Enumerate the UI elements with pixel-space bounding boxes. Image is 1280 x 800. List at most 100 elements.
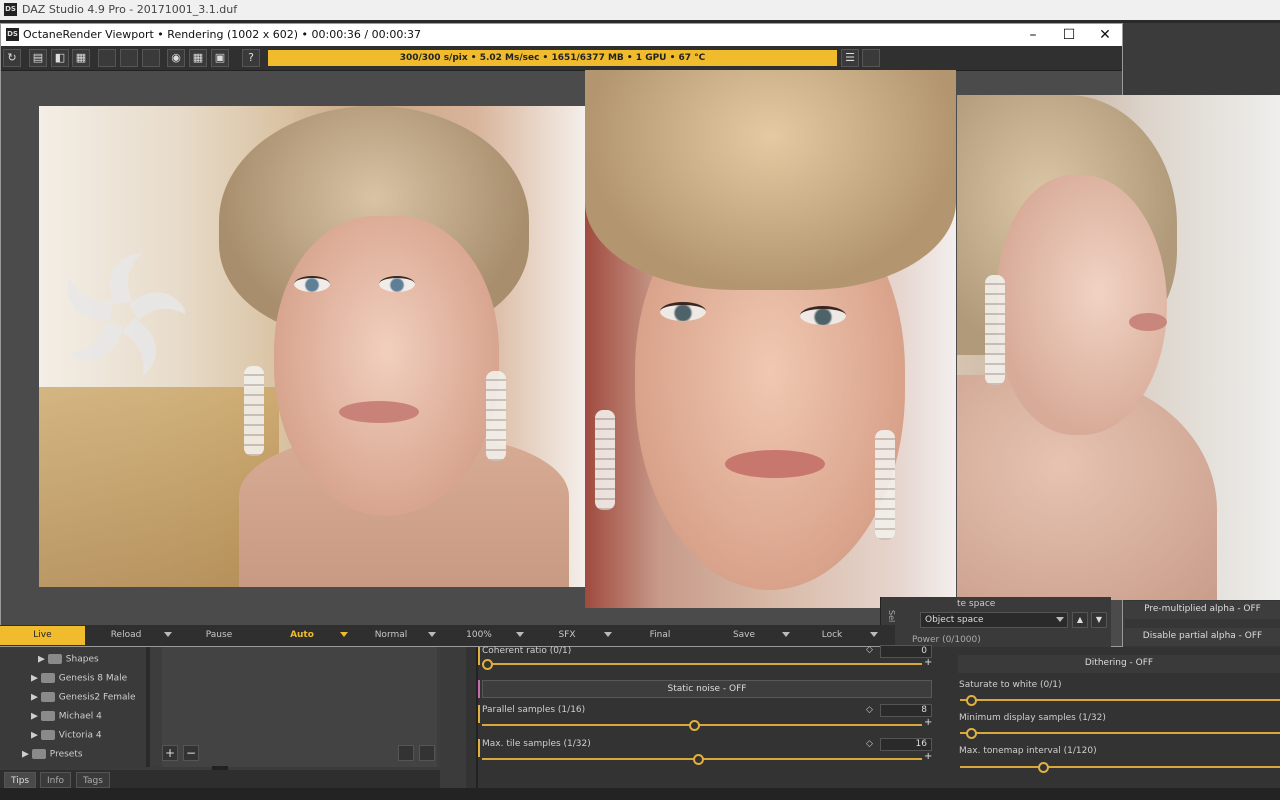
- render-image-profile: [957, 95, 1280, 600]
- normal-button[interactable]: Normal: [352, 626, 430, 645]
- add-button[interactable]: +: [162, 745, 178, 761]
- move-down-button[interactable]: ▼: [1091, 612, 1107, 628]
- folder-icon: [31, 749, 46, 759]
- grid-icon[interactable]: ▦: [189, 49, 207, 67]
- daz-logo-icon: DS: [6, 28, 19, 41]
- chevron-down-icon[interactable]: [870, 632, 878, 637]
- saturate-to-white-slider[interactable]: [960, 699, 1280, 701]
- folder-icon: [47, 654, 62, 664]
- parallel-samples-slider[interactable]: [482, 724, 922, 726]
- tree-item-victoria-4[interactable]: ▶ Victoria 4: [31, 730, 102, 741]
- chevron-down-icon[interactable]: [428, 632, 436, 637]
- content-view[interactable]: [162, 647, 437, 767]
- help-icon[interactable]: ?: [242, 49, 260, 67]
- auto-button[interactable]: Auto: [264, 626, 340, 645]
- expand-arrow-icon[interactable]: ▶: [31, 731, 38, 741]
- record-icon[interactable]: ◉: [167, 49, 185, 67]
- plus-icon[interactable]: +: [924, 717, 932, 728]
- expand-arrow-icon[interactable]: ▶: [31, 693, 38, 703]
- left-eye: [294, 276, 330, 292]
- close-button[interactable]: ✕: [1087, 24, 1123, 46]
- chevron-down-icon[interactable]: [1056, 617, 1064, 622]
- chevron-down-icon[interactable]: [782, 632, 790, 637]
- static-noise-button[interactable]: Static noise - OFF: [482, 680, 932, 698]
- max-tonemap-interval-knob[interactable]: [1038, 762, 1049, 773]
- expand-arrow-icon[interactable]: ▶: [22, 750, 29, 760]
- coherent-ratio-slider[interactable]: [482, 663, 922, 665]
- tab-tips[interactable]: Tips: [4, 772, 37, 788]
- disable-partial-alpha-button[interactable]: Disable partial alpha - OFF: [1125, 628, 1280, 646]
- tree-item-shapes[interactable]: ▶ Shapes: [38, 654, 99, 665]
- chevron-down-icon[interactable]: [340, 632, 348, 637]
- tree-item-label: Michael 4: [58, 711, 102, 722]
- chevron-down-icon[interactable]: [164, 632, 172, 637]
- menu-icon[interactable]: ☰: [841, 49, 859, 67]
- max-tonemap-interval-slider[interactable]: [960, 766, 1280, 768]
- keyframe-icon[interactable]: ◇: [866, 645, 878, 657]
- zoom-button[interactable]: 100%: [440, 626, 518, 645]
- plus-icon[interactable]: +: [924, 657, 932, 668]
- parallel-samples-value[interactable]: 8: [880, 704, 932, 717]
- max-tile-samples-label: Max. tile samples (1/32): [482, 739, 591, 749]
- hair: [585, 70, 956, 290]
- live-button[interactable]: Live: [0, 626, 85, 645]
- plus-icon[interactable]: +: [924, 751, 932, 762]
- tab-info[interactable]: Info: [40, 772, 72, 788]
- reload-button[interactable]: Reload: [86, 626, 166, 645]
- tree-item-presets[interactable]: ▶ Presets: [22, 749, 83, 760]
- folder-icon: [40, 692, 55, 702]
- tree-item-label: Genesis2 Female: [58, 692, 136, 703]
- min-display-samples-slider[interactable]: [960, 732, 1280, 734]
- lips: [725, 450, 825, 478]
- blank-tool-button[interactable]: [419, 745, 435, 761]
- tree-item-label: Presets: [49, 749, 83, 760]
- remove-button[interactable]: −: [183, 745, 199, 761]
- maximize-button[interactable]: ☐: [1051, 24, 1087, 46]
- pick-focus-icon[interactable]: ◧: [51, 49, 69, 67]
- render-image-closeup: [585, 70, 956, 608]
- expand-arrow-icon[interactable]: ▶: [31, 712, 38, 722]
- expand-arrow-icon[interactable]: ▶: [31, 674, 38, 684]
- expand-arrow-icon[interactable]: ▶: [38, 655, 45, 665]
- keyframe-icon[interactable]: ◇: [866, 739, 873, 749]
- app-title: DAZ Studio 4.9 Pro - 20171001_3.1.duf: [22, 3, 238, 16]
- space-select[interactable]: Object space: [920, 612, 1068, 628]
- tree-scrollbar[interactable]: [146, 647, 150, 767]
- save-button[interactable]: Save: [706, 626, 782, 645]
- final-button[interactable]: Final: [616, 626, 704, 645]
- keyframe-icon[interactable]: ◇: [866, 705, 873, 715]
- image-icon[interactable]: ▣: [211, 49, 229, 67]
- sfx-button[interactable]: SFX: [528, 626, 606, 645]
- tree-item-michael-4[interactable]: ▶ Michael 4: [31, 711, 102, 722]
- copy-icon[interactable]: [398, 745, 414, 761]
- chevron-down-icon[interactable]: [604, 632, 612, 637]
- max-tonemap-interval-label: Max. tonemap interval (1/120): [959, 746, 1097, 756]
- toolbar-blank-button[interactable]: [862, 49, 880, 67]
- tree-item-genesis2-female[interactable]: ▶ Genesis2 Female: [31, 692, 136, 703]
- folder-icon: [40, 730, 55, 740]
- lock-button[interactable]: Lock: [794, 626, 870, 645]
- tab-tags[interactable]: Tags: [76, 772, 110, 788]
- min-display-samples-knob[interactable]: [966, 728, 977, 739]
- coherent-ratio-knob[interactable]: [482, 659, 493, 670]
- tree-item-label: Victoria 4: [58, 730, 102, 741]
- toolbar-blank-button[interactable]: [98, 49, 116, 67]
- region-icon[interactable]: ▤: [29, 49, 47, 67]
- sel-side-tab[interactable]: Sel: [882, 610, 896, 622]
- toolbar-blank-button[interactable]: [120, 49, 138, 67]
- move-up-button[interactable]: ▲: [1072, 612, 1088, 628]
- parallel-samples-knob[interactable]: [688, 720, 700, 731]
- refresh-icon[interactable]: ↻: [3, 49, 21, 67]
- face: [274, 216, 499, 516]
- pause-button[interactable]: Pause: [178, 626, 260, 645]
- minimize-button[interactable]: –: [1015, 24, 1051, 46]
- saturate-to-white-knob[interactable]: [966, 695, 977, 706]
- dithering-button[interactable]: Dithering - OFF: [958, 655, 1280, 673]
- earring-right: [875, 430, 895, 540]
- pick-material-icon[interactable]: ▦: [72, 49, 90, 67]
- max-tile-samples-value[interactable]: 16: [880, 738, 932, 751]
- tree-item-genesis-8-male[interactable]: ▶ Genesis 8 Male: [31, 673, 127, 684]
- toolbar-blank-button[interactable]: [142, 49, 160, 67]
- premultiplied-alpha-button[interactable]: Pre-multiplied alpha - OFF: [1125, 601, 1280, 619]
- chevron-down-icon[interactable]: [516, 632, 524, 637]
